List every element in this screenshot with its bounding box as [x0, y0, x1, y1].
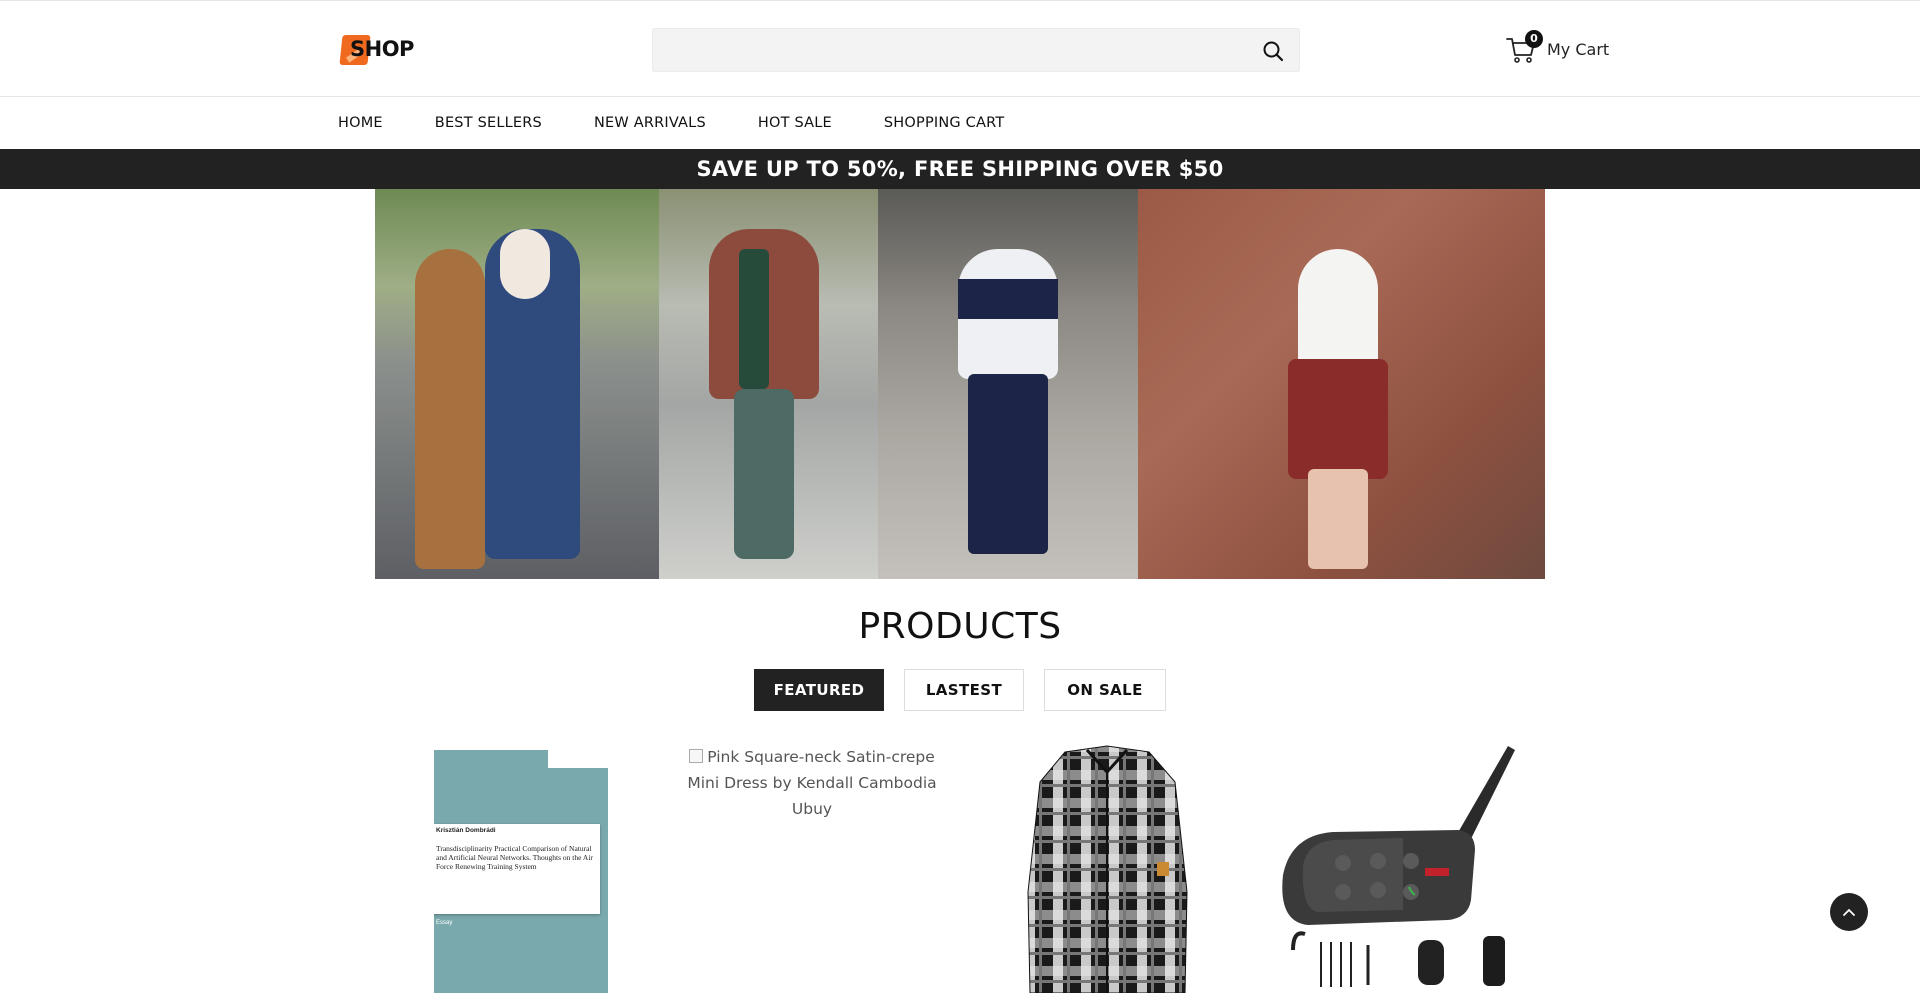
intercom-product-image [1282, 746, 1515, 987]
book-author: Krisztián Dombrádi [436, 827, 496, 834]
banner-panel-3 [878, 189, 1138, 579]
book-type: Essay [436, 920, 453, 926]
nav-item-home[interactable]: HOME [338, 115, 383, 131]
cart-label: My Cart [1547, 39, 1610, 59]
tab-lastest[interactable]: LASTEST [904, 669, 1024, 711]
book-cover-label: Krisztián Dombrádi Transdisciplinarity P… [434, 824, 600, 914]
banner-panel-1 [375, 189, 659, 579]
broken-image-icon [689, 749, 704, 763]
site-header: SHOP 0 My Cart [0, 0, 1920, 97]
product-card-plaid-shirt[interactable] [1005, 740, 1210, 993]
chevron-up-icon [1843, 909, 1855, 916]
shop-logo[interactable]: SHOP [339, 33, 414, 67]
nav-item-shopping-cart[interactable]: SHOPPING CART [884, 115, 1005, 131]
nav-item-hot-sale[interactable]: HOT SALE [758, 115, 832, 131]
tab-featured[interactable]: FEATURED [754, 669, 884, 711]
book-cover-image: Krisztián Dombrádi Transdisciplinarity P… [434, 750, 608, 993]
nav-item-best-sellers[interactable]: BEST SELLERS [435, 115, 542, 131]
cart-button[interactable]: 0 My Cart [1505, 30, 1610, 67]
banner-panel-2 [659, 189, 878, 579]
search-input[interactable] [653, 29, 1243, 71]
banner-panel-4 [1138, 189, 1545, 579]
hero-banner-image[interactable] [375, 189, 1545, 579]
product-card-dress[interactable]: Pink Square-neck Satin-crepe Mini Dress … [682, 740, 942, 993]
tab-on-sale[interactable]: ON SALE [1044, 669, 1166, 711]
broken-image-alt-text: Pink Square-neck Satin-crepe Mini Dress … [682, 740, 942, 822]
main-nav: HOME BEST SELLERS NEW ARRIVALS HOT SALE … [0, 97, 1920, 149]
plaid-shirt-image [1027, 745, 1188, 993]
promo-banner: SAVE UP TO 50%, FREE SHIPPING OVER $50 [0, 149, 1920, 189]
product-card-intercom[interactable] [1263, 740, 1533, 993]
back-to-top-button[interactable] [1830, 893, 1868, 931]
nav-item-new-arrivals[interactable]: NEW ARRIVALS [594, 115, 706, 131]
book-title: Transdisciplinarity Practical Comparison… [436, 844, 593, 871]
cart-icon: 0 [1505, 30, 1543, 65]
product-card-book[interactable]: Krisztián Dombrádi Transdisciplinarity P… [434, 740, 608, 993]
search-bar [652, 28, 1300, 72]
logo-text: SHOP [350, 37, 414, 61]
cart-count-badge: 0 [1525, 30, 1543, 48]
search-icon[interactable] [1261, 39, 1285, 63]
product-alt-text: Pink Square-neck Satin-crepe Mini Dress … [687, 748, 937, 818]
product-tabs: FEATURED LASTEST ON SALE [754, 669, 1186, 711]
products-heading: PRODUCTS [858, 606, 1062, 647]
